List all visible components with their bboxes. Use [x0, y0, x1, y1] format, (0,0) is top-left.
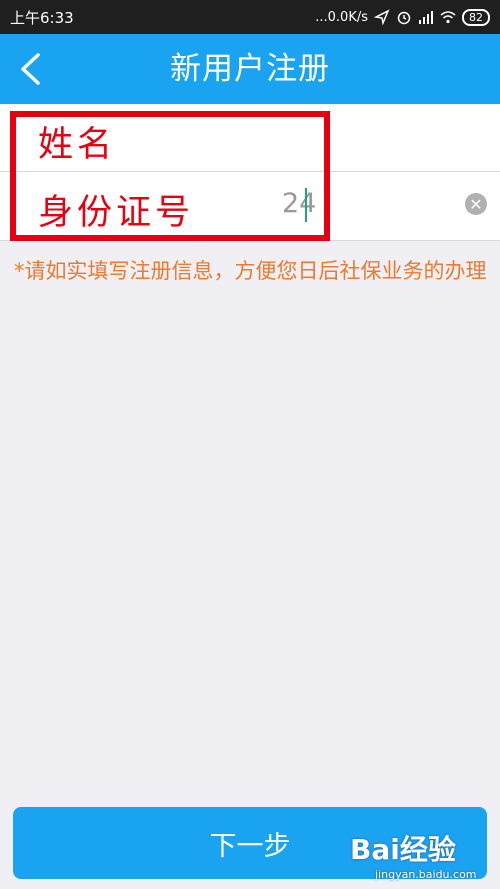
title-bar: 新用户注册	[0, 34, 500, 104]
signal-icon	[419, 11, 433, 24]
notice-text: *请如实填写注册信息，方便您日后社保业务的办理	[14, 259, 487, 283]
registration-form: 姓名 身份证号 24	[0, 104, 500, 241]
close-icon: ✕	[469, 194, 483, 214]
wifi-icon	[440, 11, 456, 24]
id-row[interactable]: 身份证号 24	[0, 172, 500, 239]
text-caret	[305, 188, 307, 222]
status-icons: ...0.0K/s 82	[315, 8, 490, 26]
name-row[interactable]: 姓名	[0, 104, 500, 172]
id-number-value: 24	[282, 188, 317, 219]
page-title: 新用户注册	[170, 51, 330, 87]
status-time: 上午6:33	[10, 8, 74, 27]
location-icon	[374, 9, 390, 25]
battery-indicator: 82	[462, 8, 490, 26]
alarm-icon	[397, 11, 411, 25]
id-label: 身份证号	[38, 193, 195, 233]
status-bar: 上午6:33 ...0.0K/s 82	[0, 0, 500, 34]
clear-input-button[interactable]: ✕	[465, 193, 487, 215]
network-speed: ...0.0K/s	[315, 9, 368, 25]
next-step-button[interactable]: 下一步	[13, 807, 487, 879]
name-label: 姓名	[38, 125, 117, 165]
